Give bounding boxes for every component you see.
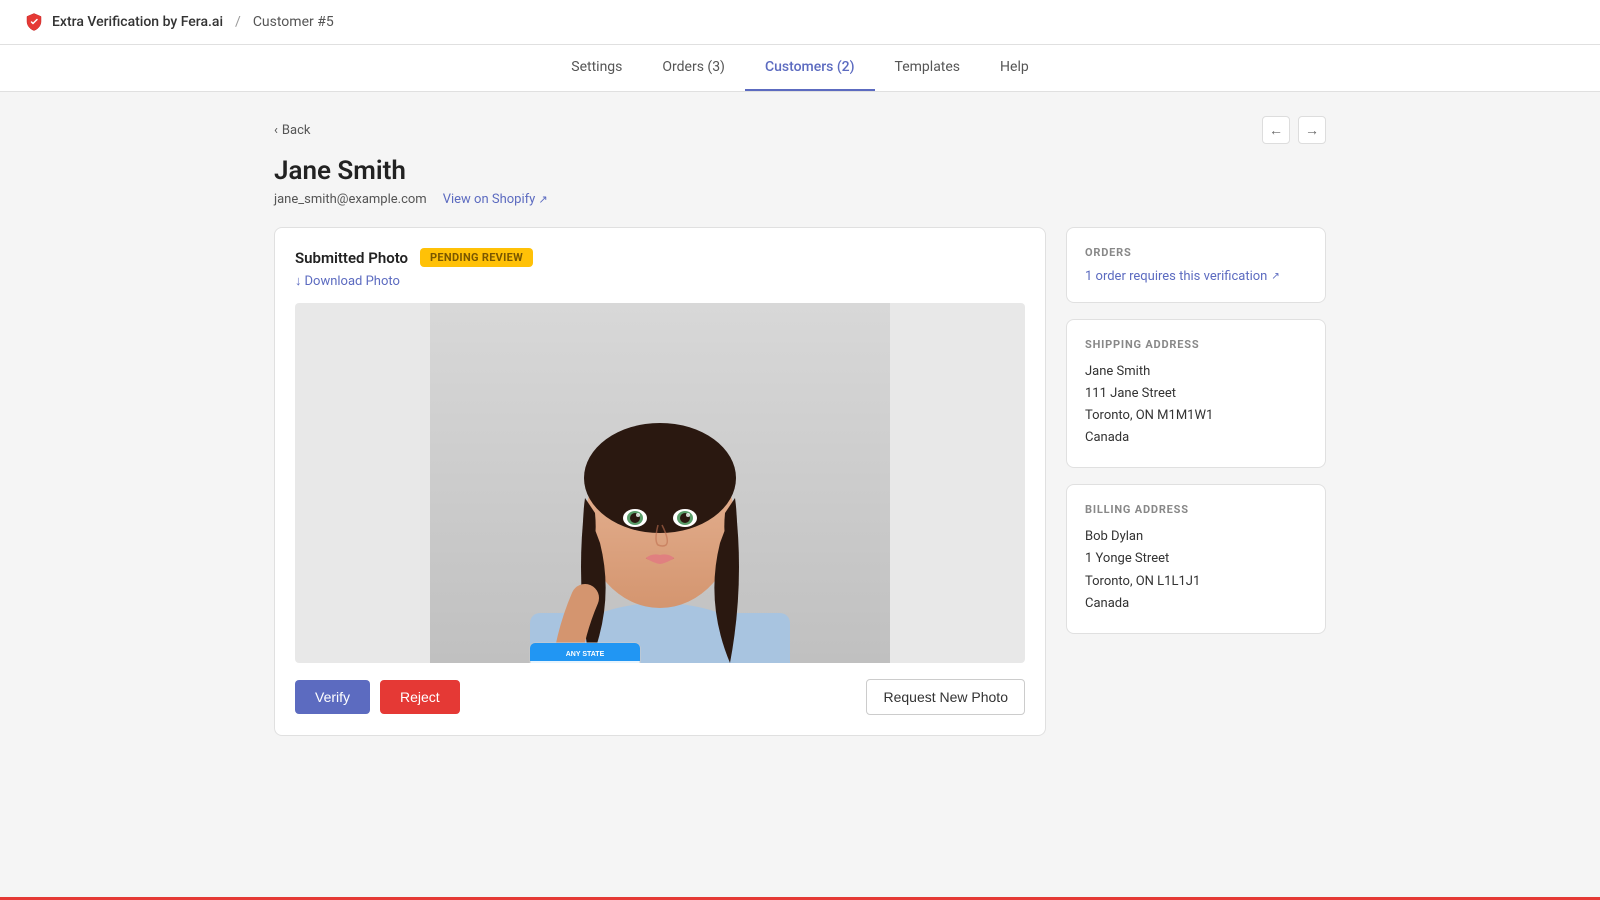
next-customer-button[interactable]: →	[1298, 116, 1326, 144]
nav-help[interactable]: Help	[980, 45, 1049, 91]
view-on-shopify-link[interactable]: View on Shopify ↗	[443, 192, 548, 207]
verify-button[interactable]: Verify	[295, 680, 370, 714]
breadcrumb-page: Customer #5	[253, 14, 334, 30]
shipping-line-4: Canada	[1085, 427, 1307, 449]
shipping-line-1: Jane Smith	[1085, 361, 1307, 383]
order-link-text: 1 order requires this verification	[1085, 269, 1267, 284]
customer-name: Jane Smith	[274, 156, 1326, 186]
billing-address: Bob Dylan 1 Yonge Street Toronto, ON L1L…	[1085, 526, 1307, 614]
breadcrumb-separator: /	[235, 14, 241, 30]
shield-icon	[24, 12, 44, 32]
navigation-arrows: ← →	[1262, 116, 1326, 144]
photo-card: Submitted Photo Pending Review ↓ Downloa…	[274, 227, 1046, 736]
request-new-photo-button[interactable]: Request New Photo	[866, 679, 1025, 715]
back-label: Back	[282, 123, 311, 138]
billing-card: BILLING ADDRESS Bob Dylan 1 Yonge Street…	[1066, 484, 1326, 633]
customer-email: jane_smith@example.com	[274, 192, 427, 207]
nav-orders[interactable]: Orders (3)	[642, 45, 745, 91]
download-icon: ↓	[295, 273, 302, 289]
nav-settings[interactable]: Settings	[551, 45, 642, 91]
svg-text:ANY STATE: ANY STATE	[566, 651, 605, 658]
photo-section-label: Submitted Photo	[295, 249, 408, 267]
billing-title: BILLING ADDRESS	[1085, 503, 1307, 516]
view-shopify-label: View on Shopify	[443, 192, 536, 207]
billing-line-2: 1 Yonge Street	[1085, 548, 1307, 570]
submitted-photo: ANY STATE	[295, 303, 1025, 663]
prev-customer-button[interactable]: ←	[1262, 116, 1290, 144]
billing-line-4: Canada	[1085, 593, 1307, 615]
status-badge: Pending Review	[420, 248, 533, 267]
order-link[interactable]: 1 order requires this verification ↗	[1085, 269, 1307, 284]
download-photo-link[interactable]: ↓ Download Photo	[295, 273, 1025, 289]
back-button[interactable]: ‹ Back	[274, 123, 310, 138]
shipping-line-3: Toronto, ON M1M1W1	[1085, 405, 1307, 427]
reject-button[interactable]: Reject	[380, 680, 460, 714]
shipping-address: Jane Smith 111 Jane Street Toronto, ON M…	[1085, 361, 1307, 449]
shipping-title: SHIPPING ADDRESS	[1085, 338, 1307, 351]
chevron-left-icon: ‹	[274, 123, 278, 138]
external-link-icon: ↗	[539, 193, 548, 206]
nav-templates[interactable]: Templates	[875, 45, 981, 91]
download-label: Download Photo	[305, 274, 400, 289]
shipping-card: SHIPPING ADDRESS Jane Smith 111 Jane Str…	[1066, 319, 1326, 468]
billing-line-1: Bob Dylan	[1085, 526, 1307, 548]
billing-line-3: Toronto, ON L1L1J1	[1085, 571, 1307, 593]
shipping-line-2: 111 Jane Street	[1085, 383, 1307, 405]
external-link-icon: ↗	[1271, 271, 1279, 282]
main-nav: Settings Orders (3) Customers (2) Templa…	[0, 44, 1600, 91]
orders-card: ORDERS 1 order requires this verificatio…	[1066, 227, 1326, 303]
app-name: Extra Verification by Fera.ai	[52, 14, 223, 30]
orders-section-title: ORDERS	[1085, 246, 1307, 259]
nav-customers[interactable]: Customers (2)	[745, 45, 875, 91]
